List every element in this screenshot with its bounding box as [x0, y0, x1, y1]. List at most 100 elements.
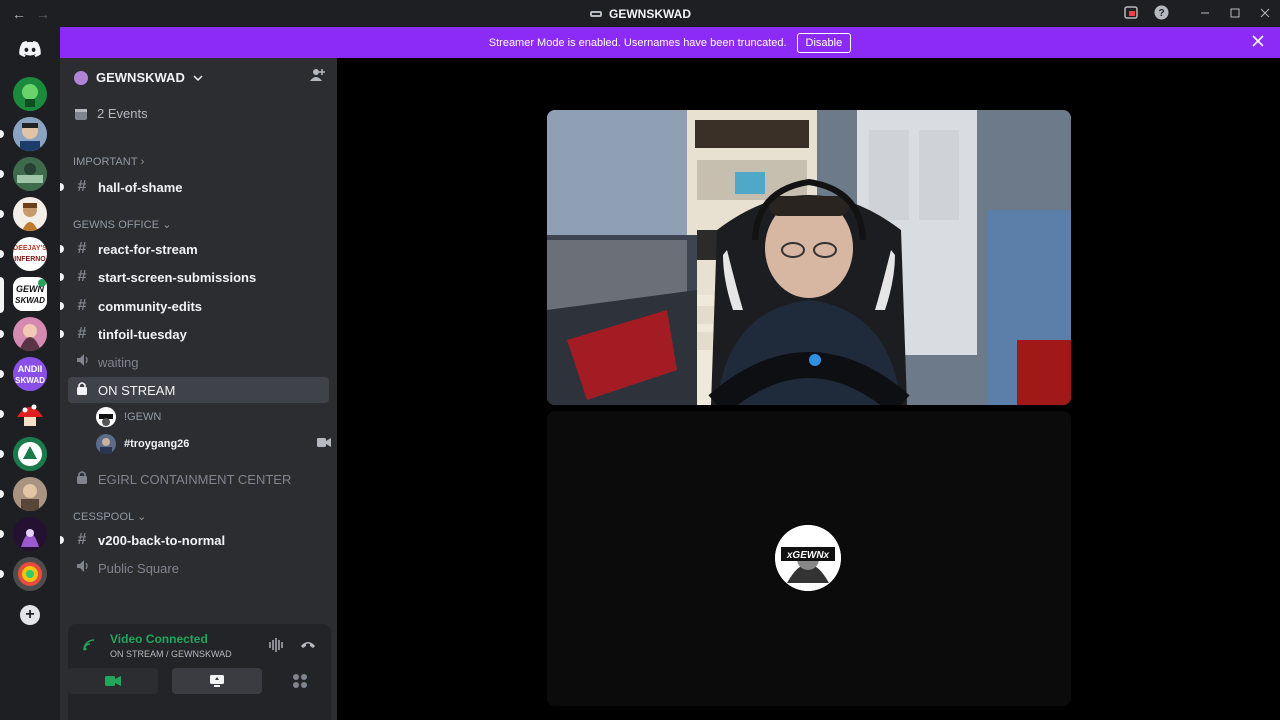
server-icon[interactable] — [13, 517, 47, 551]
server-unread-pill — [0, 250, 4, 258]
voice-channel-waiting[interactable]: waiting — [68, 349, 329, 375]
server-unread-pill — [0, 450, 4, 458]
unread-indicator — [60, 330, 64, 338]
server-unread-pill — [0, 170, 4, 178]
server-unread-pill — [0, 410, 4, 418]
close-window-icon[interactable] — [1250, 7, 1280, 21]
screen-share-button[interactable] — [172, 668, 262, 694]
screen-share-icon — [210, 675, 224, 687]
speaker-icon — [74, 559, 90, 578]
inbox-icon[interactable] — [1116, 5, 1146, 22]
server-icon[interactable] — [13, 557, 47, 591]
server-unread-pill — [0, 530, 4, 538]
video-tile-troygang26[interactable] — [547, 110, 1071, 405]
channel-start-screen-submissions[interactable]: # start-screen-submissions — [60, 264, 329, 290]
channel-react-for-stream[interactable]: # react-for-stream — [60, 236, 329, 262]
back-arrow-icon[interactable]: ← — [10, 6, 28, 22]
channel-tinfoil-tuesday[interactable]: # tinfoil-tuesday — [60, 321, 329, 347]
server-rail: DEEJAY'S INFERNO GEWN SKWAD ANDII SKWAD + — [0, 27, 60, 720]
svg-text:DEEJAY'S: DEEJAY'S — [13, 245, 47, 252]
voice-status[interactable]: Video Connected — [110, 632, 208, 646]
xgewnx-avatar-image: xGEWNx — [775, 525, 841, 591]
lock-icon — [74, 381, 90, 400]
window-title-text: GEWNSKWAD — [609, 6, 691, 21]
invite-people-icon[interactable] — [309, 67, 325, 88]
voice-user[interactable]: #troygang26 — [96, 434, 331, 454]
server-name[interactable]: GEWNSKWAD — [74, 70, 203, 85]
server-unread-pill — [0, 570, 4, 578]
server-header[interactable]: GEWNSKWAD — [60, 58, 337, 97]
channel-hall-of-shame[interactable]: # hall-of-shame — [60, 174, 329, 200]
voice-channel-egirl-containment[interactable]: EGIRL CONTAINMENT CENTER — [68, 466, 329, 492]
activities-button[interactable] — [276, 668, 324, 694]
channel-label: Public Square — [98, 560, 179, 576]
server-unread-pill — [0, 210, 4, 218]
category-important[interactable]: IMPORTANT › — [73, 156, 144, 168]
voice-channel-on-stream[interactable]: ON STREAM — [68, 377, 329, 403]
server-selected-pill — [0, 277, 4, 313]
forward-arrow-icon[interactable]: → — [34, 6, 52, 22]
server-icon[interactable] — [13, 397, 47, 431]
server-icon[interactable] — [13, 77, 47, 111]
voice-user[interactable]: !GEWN — [96, 407, 161, 427]
avatar — [96, 434, 116, 454]
server-flag-icon — [590, 10, 602, 17]
channel-v200-back-to-normal[interactable]: # v200-back-to-normal — [60, 527, 329, 553]
channel-label: ON STREAM — [98, 382, 176, 398]
camera-button[interactable] — [68, 668, 158, 694]
events-label: 2 Events — [97, 106, 148, 121]
nav-buttons: ← → — [0, 6, 60, 22]
category-cesspool[interactable]: CESSPOOL ⌄ — [73, 510, 146, 523]
window-title: GEWNSKWAD — [0, 7, 1280, 21]
avatar-tile-gewn[interactable]: xGEWNx — [547, 411, 1071, 706]
svg-text:SKWAD: SKWAD — [15, 376, 45, 385]
disable-streamer-button[interactable]: Disable — [796, 32, 852, 53]
video-camera-icon — [317, 437, 331, 451]
lock-icon — [74, 470, 90, 489]
noise-suppression-icon[interactable] — [268, 638, 284, 655]
server-icon[interactable] — [13, 477, 47, 511]
server-icon[interactable] — [13, 197, 47, 231]
server-unread-pill — [0, 130, 4, 138]
svg-text:ANDII: ANDII — [18, 364, 43, 374]
unread-indicator — [60, 302, 64, 310]
voice-location[interactable]: ON STREAM / GEWNSKWAD — [110, 649, 232, 659]
server-icon[interactable] — [13, 157, 47, 191]
unread-indicator — [60, 245, 64, 253]
voice-user-name: #troygang26 — [124, 438, 190, 450]
server-icon[interactable]: DEEJAY'S INFERNO — [13, 237, 47, 271]
chevron-down-icon — [193, 74, 203, 81]
channel-label: waiting — [98, 354, 139, 370]
channel-label: react-for-stream — [98, 241, 198, 257]
voice-channel-public-square[interactable]: Public Square — [68, 555, 329, 581]
svg-text:SKWAD: SKWAD — [15, 296, 45, 305]
title-bar: ← → GEWNSKWAD ? — [0, 0, 1280, 27]
text-channel-icon: # — [77, 531, 87, 548]
voice-stage: xGEWNx — [337, 58, 1280, 720]
server-icon[interactable] — [13, 117, 47, 151]
category-gewns-office[interactable]: GEWNS OFFICE ⌄ — [73, 218, 172, 231]
discord-home-button[interactable] — [14, 33, 46, 65]
server-unread-pill — [0, 370, 4, 378]
maximize-icon[interactable] — [1220, 7, 1250, 21]
streamer-mode-banner: Streamer Mode is enabled. Usernames have… — [60, 27, 1280, 58]
channel-community-edits[interactable]: # community-edits — [60, 293, 329, 319]
add-server-button[interactable]: + — [20, 605, 40, 625]
minimize-icon[interactable] — [1190, 7, 1220, 21]
disconnect-icon[interactable] — [300, 638, 316, 653]
unread-indicator — [60, 536, 64, 544]
server-icon[interactable] — [13, 437, 47, 471]
close-banner-icon[interactable] — [1252, 34, 1264, 51]
help-icon[interactable]: ? — [1146, 5, 1176, 23]
svg-text:INFERNO: INFERNO — [14, 256, 46, 263]
connection-signal-icon[interactable] — [82, 638, 96, 655]
text-channel-icon: # — [77, 297, 87, 314]
activities-icon — [293, 674, 307, 688]
server-icon-gewnskwad[interactable]: GEWN SKWAD — [13, 277, 47, 311]
text-channel-icon: # — [77, 325, 87, 342]
server-icon[interactable]: ANDII SKWAD — [13, 357, 47, 391]
avatar — [96, 407, 116, 427]
channel-label: community-edits — [98, 298, 203, 314]
events-row[interactable]: 2 Events — [74, 106, 148, 121]
server-icon[interactable] — [13, 317, 47, 351]
